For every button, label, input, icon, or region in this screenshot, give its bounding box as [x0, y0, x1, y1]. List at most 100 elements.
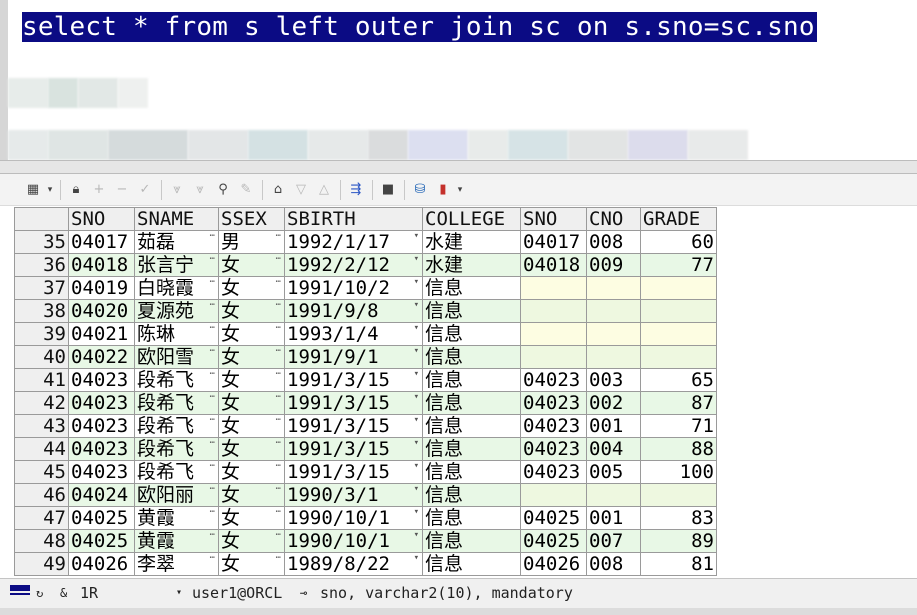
- cell-sbirth[interactable]: 1992/1/17 ▾: [284, 230, 423, 254]
- sql-statement[interactable]: select * from s left outer join sc on s.…: [22, 12, 817, 42]
- date-dropdown-icon[interactable]: ▾: [414, 347, 419, 356]
- cell-sno[interactable]: 04023: [68, 414, 135, 438]
- cell-college[interactable]: 信息: [422, 460, 521, 484]
- cell-sc-sno[interactable]: 04023: [520, 391, 587, 415]
- table-row[interactable]: 46 04024 欧阳丽 ⋯ 女 ⋯ 1990/3/1 ▾ 信息: [14, 483, 717, 507]
- cell-ssex[interactable]: 女 ⋯: [218, 460, 285, 484]
- cell-sno[interactable]: 04017: [68, 230, 135, 254]
- cell-cno[interactable]: [586, 483, 641, 507]
- cell-ssex[interactable]: 女 ⋯: [218, 552, 285, 576]
- table-row[interactable]: 45 04023 段希飞 ⋯ 女 ⋯ 1991/3/15 ▾ 信息 04023 005 100: [14, 460, 717, 484]
- cell-sno[interactable]: 04024: [68, 483, 135, 507]
- column-header-sbirth[interactable]: SBIRTH: [284, 207, 423, 231]
- cell-cno[interactable]: 005: [586, 460, 641, 484]
- ellipsis-icon[interactable]: ⋯: [276, 232, 281, 241]
- ellipsis-icon[interactable]: ⋯: [276, 485, 281, 494]
- cell-sno[interactable]: 04023: [68, 437, 135, 461]
- cell-cno[interactable]: [586, 345, 641, 369]
- cell-sname[interactable]: 段希飞 ⋯: [134, 414, 219, 438]
- ellipsis-icon[interactable]: ⋯: [210, 278, 215, 287]
- ellipsis-icon[interactable]: ⋯: [210, 324, 215, 333]
- date-dropdown-icon[interactable]: ▾: [414, 301, 419, 310]
- cell-sname[interactable]: 欧阳丽 ⋯: [134, 483, 219, 507]
- cell-college[interactable]: 水建: [422, 230, 521, 254]
- cell-ssex[interactable]: 女 ⋯: [218, 414, 285, 438]
- ellipsis-icon[interactable]: ⋯: [276, 255, 281, 264]
- table-row[interactable]: 35 04017 茹磊 ⋯ 男 ⋯ 1992/1/17 ▾ 水建 04017 008 60: [14, 230, 717, 254]
- column-header-ssex[interactable]: SSEX: [218, 207, 285, 231]
- cell-grade[interactable]: [640, 322, 717, 346]
- cell-sc-sno[interactable]: 04023: [520, 368, 587, 392]
- ellipsis-icon[interactable]: ⋯: [210, 347, 215, 356]
- cell-college[interactable]: 信息: [422, 345, 521, 369]
- cell-grade[interactable]: 81: [640, 552, 717, 576]
- cell-grade[interactable]: 88: [640, 437, 717, 461]
- lock-icon[interactable]: 🔒︎: [65, 179, 87, 201]
- ellipsis-icon[interactable]: ⋯: [210, 508, 215, 517]
- cell-grade[interactable]: 100: [640, 460, 717, 484]
- cell-sc-sno[interactable]: 04023: [520, 437, 587, 461]
- cell-grade[interactable]: 83: [640, 506, 717, 530]
- column-header-sno[interactable]: SNO: [68, 207, 135, 231]
- cell-ssex[interactable]: 女 ⋯: [218, 299, 285, 323]
- table-row[interactable]: 39 04021 陈琳 ⋯ 女 ⋯ 1993/1/4 ▾ 信息: [14, 322, 717, 346]
- cell-sname[interactable]: 白晓霞 ⋯: [134, 276, 219, 300]
- cell-grade[interactable]: 77: [640, 253, 717, 277]
- row-number[interactable]: 38: [14, 299, 69, 323]
- cell-grade[interactable]: [640, 299, 717, 323]
- date-dropdown-icon[interactable]: ▾: [414, 439, 419, 448]
- cell-cno[interactable]: [586, 299, 641, 323]
- table-row[interactable]: 37 04019 白晓霞 ⋯ 女 ⋯ 1991/10/2 ▾ 信息: [14, 276, 717, 300]
- cell-college[interactable]: 信息: [422, 414, 521, 438]
- cell-college[interactable]: 信息: [422, 322, 521, 346]
- table-row[interactable]: 40 04022 欧阳雪 ⋯ 女 ⋯ 1991/9/1 ▾ 信息: [14, 345, 717, 369]
- ellipsis-icon[interactable]: ⋯: [276, 531, 281, 540]
- cell-sno[interactable]: 04020: [68, 299, 135, 323]
- cell-cno[interactable]: 008: [586, 230, 641, 254]
- sort-icon[interactable]: △: [313, 179, 335, 201]
- cell-sbirth[interactable]: 1991/3/15 ▾: [284, 460, 423, 484]
- cell-cno[interactable]: 008: [586, 552, 641, 576]
- cell-sname[interactable]: 黄霞 ⋯: [134, 506, 219, 530]
- table-row[interactable]: 48 04025 黄霞 ⋯ 女 ⋯ 1990/10/1 ▾ 信息 04025 007 89: [14, 529, 717, 553]
- cell-sc-sno[interactable]: [520, 483, 587, 507]
- ellipsis-icon[interactable]: ⋯: [210, 531, 215, 540]
- ellipsis-icon[interactable]: ⋯: [276, 416, 281, 425]
- row-number[interactable]: 47: [14, 506, 69, 530]
- ellipsis-icon[interactable]: ⋯: [276, 393, 281, 402]
- cell-cno[interactable]: 003: [586, 368, 641, 392]
- ellipsis-icon[interactable]: ⋯: [276, 301, 281, 310]
- cell-sbirth[interactable]: 1991/9/8 ▾: [284, 299, 423, 323]
- cell-sc-sno[interactable]: 04023: [520, 460, 587, 484]
- sql-editor[interactable]: select * from s left outer join sc on s.…: [0, 0, 917, 160]
- cell-sno[interactable]: 04022: [68, 345, 135, 369]
- cell-cno[interactable]: 004: [586, 437, 641, 461]
- cell-grade[interactable]: 60: [640, 230, 717, 254]
- cell-ssex[interactable]: 女 ⋯: [218, 483, 285, 507]
- cell-sno[interactable]: 04023: [68, 368, 135, 392]
- row-number[interactable]: 43: [14, 414, 69, 438]
- cell-sno[interactable]: 04023: [68, 460, 135, 484]
- ellipsis-icon[interactable]: ⋯: [276, 554, 281, 563]
- ellipsis-icon[interactable]: ⋯: [276, 508, 281, 517]
- cell-ssex[interactable]: 女 ⋯: [218, 276, 285, 300]
- last-page-icon[interactable]: ⩔: [189, 179, 211, 201]
- table-row[interactable]: 41 04023 段希飞 ⋯ 女 ⋯ 1991/3/15 ▾ 信息 04023 003 65: [14, 368, 717, 392]
- cell-college[interactable]: 信息: [422, 437, 521, 461]
- add-record-icon[interactable]: +: [88, 179, 110, 201]
- table-row[interactable]: 36 04018 张言宁 ⋯ 女 ⋯ 1992/2/12 ▾ 水建 04018 009 77: [14, 253, 717, 277]
- cell-grade[interactable]: [640, 483, 717, 507]
- cell-ssex[interactable]: 女 ⋯: [218, 506, 285, 530]
- column-header-grade[interactable]: GRADE: [640, 207, 717, 231]
- cell-college[interactable]: 信息: [422, 276, 521, 300]
- cell-college[interactable]: 信息: [422, 368, 521, 392]
- cell-sc-sno[interactable]: [520, 345, 587, 369]
- date-dropdown-icon[interactable]: ▾: [414, 554, 419, 563]
- cell-grade[interactable]: 65: [640, 368, 717, 392]
- save-icon[interactable]: ■: [377, 179, 399, 201]
- cell-ssex[interactable]: 女 ⋯: [218, 345, 285, 369]
- grid-layout-icon[interactable]: ▦: [22, 179, 44, 201]
- column-header-sno[interactable]: SNO: [520, 207, 587, 231]
- cell-ssex[interactable]: 女 ⋯: [218, 437, 285, 461]
- row-number[interactable]: 46: [14, 483, 69, 507]
